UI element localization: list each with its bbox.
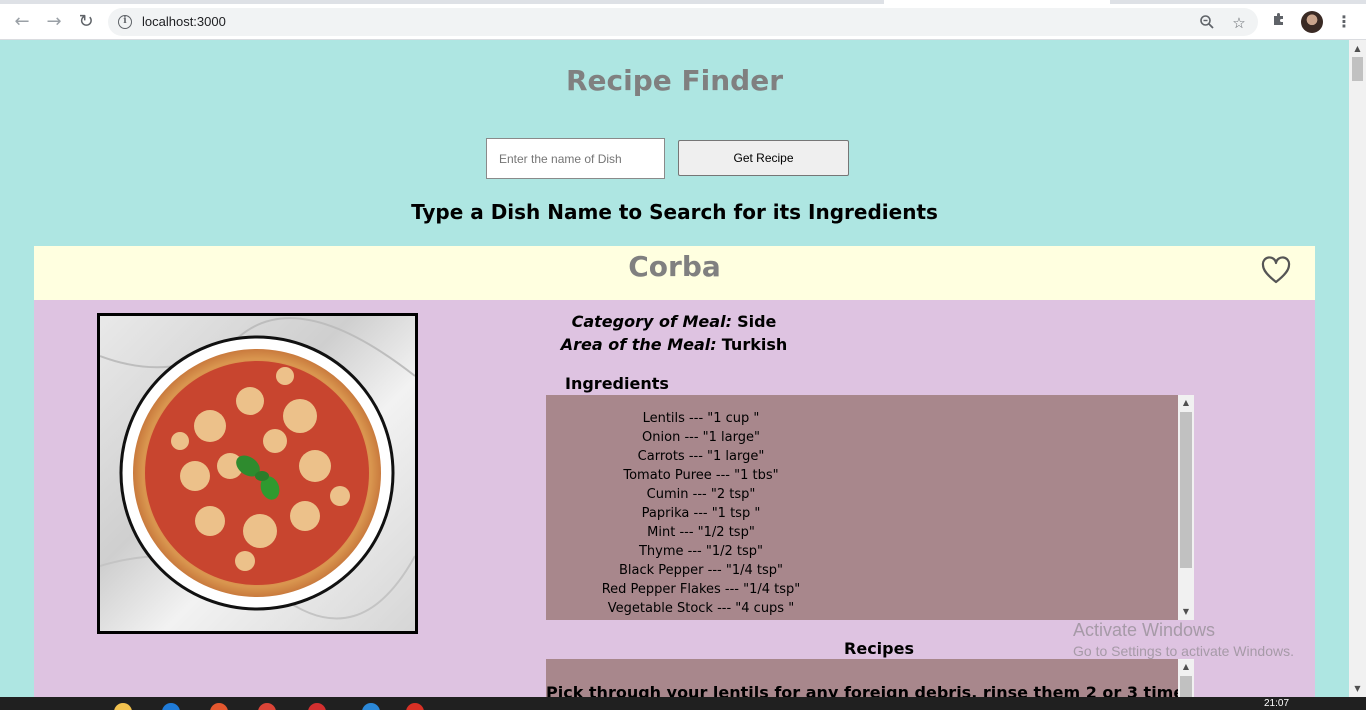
app-icon[interactable] bbox=[406, 703, 424, 710]
page-scrollbar[interactable]: ▲ ▼ bbox=[1349, 40, 1366, 697]
app-icon[interactable] bbox=[210, 703, 228, 710]
watermark-line1: Activate Windows bbox=[1073, 620, 1216, 640]
ingredient-item: Mint --- "1/2 tsp" bbox=[647, 525, 755, 540]
ingredients-heading: Ingredients bbox=[565, 374, 669, 393]
ingredient-item: Onion --- "1 large" bbox=[642, 430, 760, 445]
scroll-up-arrow-icon[interactable]: ▲ bbox=[1178, 659, 1194, 675]
watermark-line2: Go to Settings to activate Windows. bbox=[1073, 643, 1294, 659]
vscode-icon[interactable] bbox=[362, 703, 380, 710]
dish-search-input[interactable] bbox=[486, 138, 665, 179]
recipes-scroll-thumb[interactable] bbox=[1180, 676, 1192, 697]
ingredient-item: Paprika --- "1 tsp " bbox=[641, 506, 761, 521]
category-value: Side bbox=[737, 312, 777, 331]
app-icon[interactable] bbox=[308, 703, 326, 710]
heart-icon[interactable] bbox=[1261, 256, 1291, 286]
ingredient-item: Thyme --- "1/2 tsp" bbox=[638, 544, 763, 559]
area-label: Area of the Meal: bbox=[560, 335, 717, 354]
info-icon[interactable]: i bbox=[118, 15, 132, 29]
taskbar-clock: 21:07 bbox=[1264, 698, 1290, 709]
ingredient-item: Carrots --- "1 large" bbox=[637, 449, 765, 464]
search-prompt: Type a Dish Name to Search for its Ingre… bbox=[411, 200, 938, 224]
area-value: Turkish bbox=[721, 335, 788, 354]
recipes-scrollbar[interactable]: ▲ bbox=[1178, 659, 1194, 697]
meal-card-header: Corba bbox=[34, 246, 1315, 300]
category-label: Category of Meal: bbox=[571, 312, 732, 331]
activate-windows-watermark: Activate Windows Go to Settings to activ… bbox=[1073, 620, 1294, 659]
taskbar: 21:07 bbox=[0, 697, 1366, 710]
star-icon[interactable]: ☆ bbox=[1230, 14, 1248, 32]
ingredients-scrollbar[interactable]: ▲ ▼ bbox=[1178, 395, 1194, 620]
page-content: Recipe Finder Get Recipe Type a Dish Nam… bbox=[0, 40, 1349, 697]
page-scroll-thumb[interactable] bbox=[1352, 57, 1363, 81]
meal-image bbox=[97, 313, 418, 634]
forward-arrow-icon[interactable]: → bbox=[42, 10, 66, 34]
profile-avatar[interactable] bbox=[1301, 11, 1323, 33]
ingredient-item: Red Pepper Flakes --- "1/4 tsp" bbox=[601, 582, 801, 597]
ingredients-list: Lentils --- "1 cup " Onion --- "1 large"… bbox=[546, 409, 856, 618]
ingredient-item: Lentils --- "1 cup " bbox=[642, 411, 760, 426]
reload-icon[interactable]: ↻ bbox=[74, 10, 98, 34]
meal-name: Corba bbox=[628, 250, 721, 283]
area-line: Area of the Meal: Turkish bbox=[504, 333, 844, 356]
browser-toolbar: ← → ↻ i localhost:3000 ☆ ⋮ bbox=[0, 4, 1366, 40]
back-arrow-icon[interactable]: ← bbox=[10, 10, 34, 34]
scroll-up-arrow-icon[interactable]: ▲ bbox=[1349, 40, 1366, 57]
url-text[interactable]: localhost:3000 bbox=[142, 14, 226, 29]
ingredients-scroll-thumb[interactable] bbox=[1180, 412, 1192, 568]
meal-meta: Category of Meal: Side Area of the Meal:… bbox=[504, 310, 844, 356]
pizza-illustration bbox=[100, 317, 415, 620]
kebab-menu-icon[interactable]: ⋮ bbox=[1332, 10, 1356, 34]
address-bar[interactable]: i localhost:3000 ☆ bbox=[108, 8, 1258, 36]
ingredient-item: Vegetable Stock --- "4 cups " bbox=[607, 601, 795, 616]
zoom-icon[interactable] bbox=[1198, 14, 1216, 32]
category-line: Category of Meal: Side bbox=[504, 310, 844, 333]
puzzle-icon[interactable] bbox=[1267, 10, 1291, 34]
recipes-box[interactable]: Pick through your lentils for any foreig… bbox=[546, 659, 1194, 697]
folder-icon[interactable] bbox=[114, 703, 132, 710]
ingredient-item: Tomato Puree --- "1 tbs" bbox=[623, 468, 779, 483]
get-recipe-button[interactable]: Get Recipe bbox=[678, 140, 849, 176]
scroll-up-arrow-icon[interactable]: ▲ bbox=[1178, 395, 1194, 411]
ingredients-box[interactable]: Lentils --- "1 cup " Onion --- "1 large"… bbox=[546, 395, 1194, 620]
edge-icon[interactable] bbox=[162, 703, 180, 710]
ingredient-item: Black Pepper --- "1/4 tsp" bbox=[619, 563, 783, 578]
recipe-text: Pick through your lentils for any foreig… bbox=[546, 683, 1186, 697]
scroll-down-arrow-icon[interactable]: ▼ bbox=[1349, 680, 1366, 697]
page-title: Recipe Finder bbox=[565, 64, 784, 97]
chrome-icon[interactable] bbox=[258, 703, 276, 710]
ingredient-item: Cumin --- "2 tsp" bbox=[646, 487, 756, 502]
scroll-down-arrow-icon[interactable]: ▼ bbox=[1178, 604, 1194, 620]
